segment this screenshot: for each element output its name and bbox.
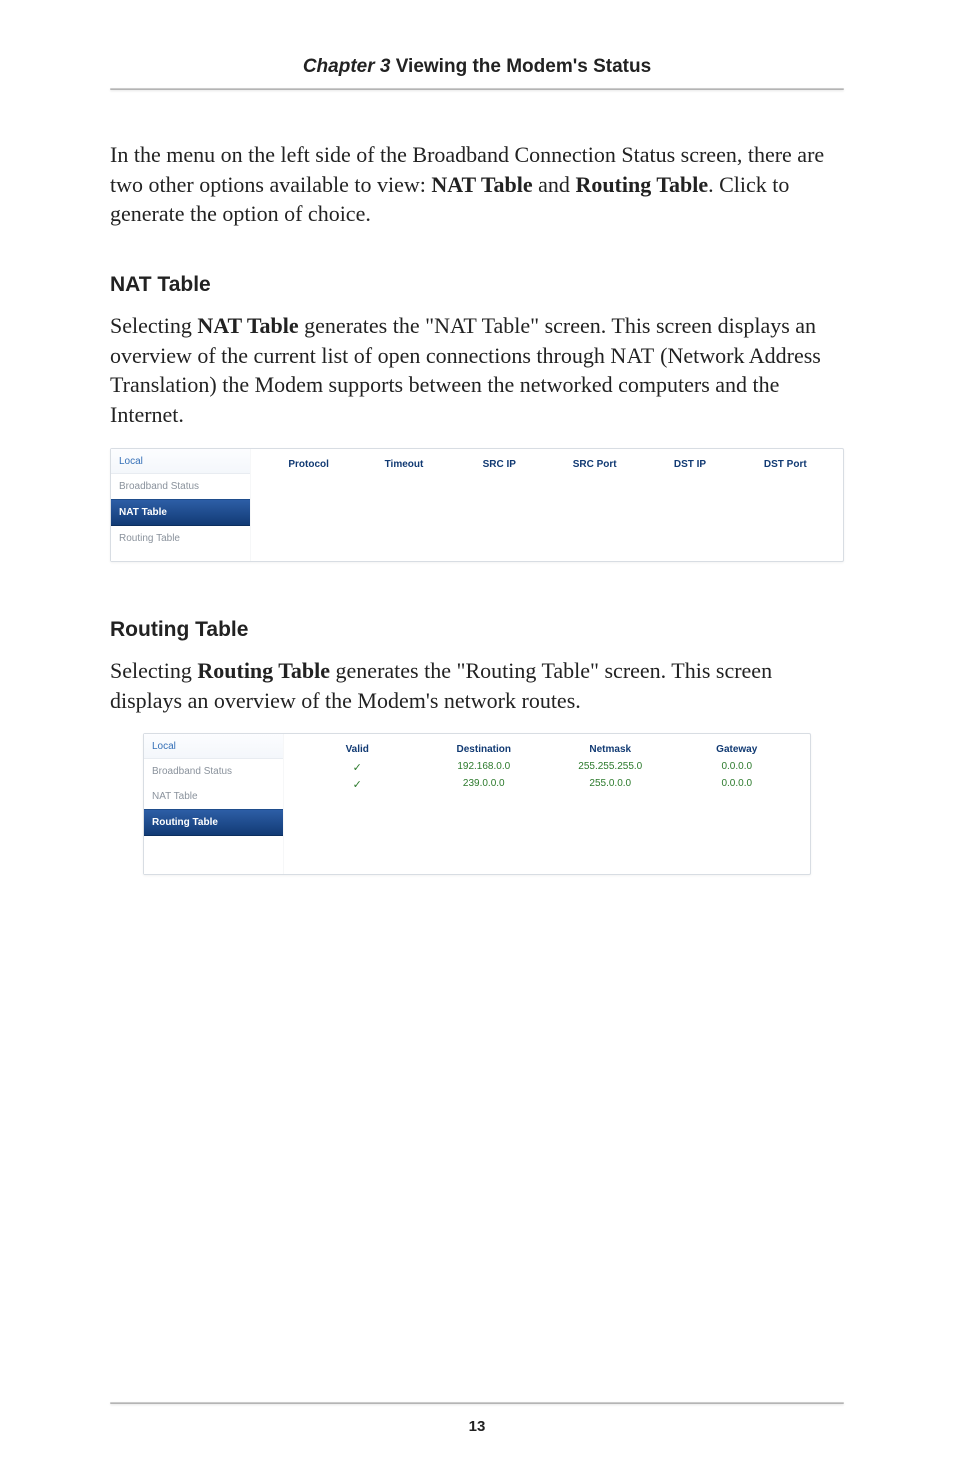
- nat-col-timeout: Timeout: [356, 455, 451, 474]
- table-row: ✓ 239.0.0.0 255.0.0.0 0.0.0.0: [294, 776, 800, 793]
- intro-paragraph: In the menu on the left side of the Broa…: [110, 140, 844, 229]
- nat-table-heading: NAT Table: [110, 273, 844, 297]
- chapter-label: Chapter 3: [303, 56, 391, 77]
- routing-col-gateway: Gateway: [674, 740, 801, 759]
- bottom-divider: [110, 1402, 844, 1404]
- sidebar-item-nat-table-2[interactable]: NAT Table: [144, 784, 283, 809]
- nat-para-sc: NAT: [610, 343, 654, 368]
- nat-panel-wrap: Local Broadband Status NAT Table Routing…: [110, 448, 844, 562]
- cell-valid: ✓: [294, 776, 421, 793]
- routing-col-valid: Valid: [294, 740, 421, 759]
- cell-destination: 239.0.0.0: [421, 776, 548, 793]
- sidebar-item-broadband-status[interactable]: Broadband Status: [111, 474, 250, 499]
- sidebar-item-nat-table[interactable]: NAT Table: [111, 499, 250, 526]
- cell-netmask: 255.0.0.0: [547, 776, 674, 793]
- chapter-header: Chapter 3 Viewing the Modem's Status: [110, 56, 844, 78]
- nat-table-paragraph: Selecting NAT Table generates the "NAT T…: [110, 311, 844, 430]
- routing-sidebar: Local Broadband Status NAT Table Routing…: [144, 734, 284, 874]
- nat-col-src-port: SRC Port: [547, 455, 642, 474]
- cell-valid: ✓: [294, 759, 421, 776]
- routing-para-bold: Routing Table: [197, 658, 330, 683]
- sidebar-item-routing-table-2[interactable]: Routing Table: [144, 809, 283, 836]
- nat-para-1: Selecting: [110, 313, 197, 338]
- intro-bold-nat: NAT Table: [431, 172, 532, 197]
- cell-gateway: 0.0.0.0: [674, 759, 801, 776]
- routing-panel-wrap: Local Broadband Status NAT Table Routing…: [110, 733, 844, 875]
- routing-panel-inner: Local Broadband Status NAT Table Routing…: [144, 734, 810, 874]
- intro-text-2: and: [533, 172, 576, 197]
- nat-panel-inner: Local Broadband Status NAT Table Routing…: [111, 449, 843, 561]
- routing-col-netmask: Netmask: [547, 740, 674, 759]
- cell-destination: 192.168.0.0: [421, 759, 548, 776]
- routing-table-heading: Routing Table: [110, 618, 844, 642]
- page: Chapter 3 Viewing the Modem's Status In …: [0, 0, 954, 1475]
- nat-sidebar-head[interactable]: Local: [111, 449, 250, 474]
- nat-col-dst-ip: DST IP: [642, 455, 737, 474]
- routing-panel: Local Broadband Status NAT Table Routing…: [143, 733, 811, 875]
- sidebar-item-broadband-status-2[interactable]: Broadband Status: [144, 759, 283, 784]
- check-icon: ✓: [353, 779, 362, 791]
- cell-gateway: 0.0.0.0: [674, 776, 801, 793]
- sidebar-item-routing-table[interactable]: Routing Table: [111, 526, 250, 551]
- nat-col-protocol: Protocol: [261, 455, 356, 474]
- nat-table-header-row: Protocol Timeout SRC IP SRC Port DST IP …: [261, 455, 833, 474]
- page-footer: 13: [0, 1402, 954, 1435]
- nat-col-dst-port: DST Port: [738, 455, 833, 474]
- chapter-title: Viewing the Modem's Status: [390, 56, 651, 77]
- nat-panel: Local Broadband Status NAT Table Routing…: [110, 448, 844, 562]
- routing-table-area: Valid Destination Netmask Gateway ✓ 192.…: [284, 734, 810, 874]
- cell-netmask: 255.255.255.0: [547, 759, 674, 776]
- nat-col-src-ip: SRC IP: [452, 455, 547, 474]
- routing-table-paragraph: Selecting Routing Table generates the "R…: [110, 656, 844, 715]
- routing-para-1: Selecting: [110, 658, 197, 683]
- intro-bold-routing: Routing Table: [575, 172, 708, 197]
- routing-table-header-row: Valid Destination Netmask Gateway: [294, 740, 800, 759]
- table-row: ✓ 192.168.0.0 255.255.255.0 0.0.0.0: [294, 759, 800, 776]
- page-number: 13: [0, 1418, 954, 1435]
- top-divider: [110, 88, 844, 90]
- nat-sidebar: Local Broadband Status NAT Table Routing…: [111, 449, 251, 561]
- routing-sidebar-head[interactable]: Local: [144, 734, 283, 759]
- nat-table-area: Protocol Timeout SRC IP SRC Port DST IP …: [251, 449, 843, 561]
- check-icon: ✓: [353, 762, 362, 774]
- routing-col-destination: Destination: [421, 740, 548, 759]
- nat-para-bold: NAT Table: [197, 313, 298, 338]
